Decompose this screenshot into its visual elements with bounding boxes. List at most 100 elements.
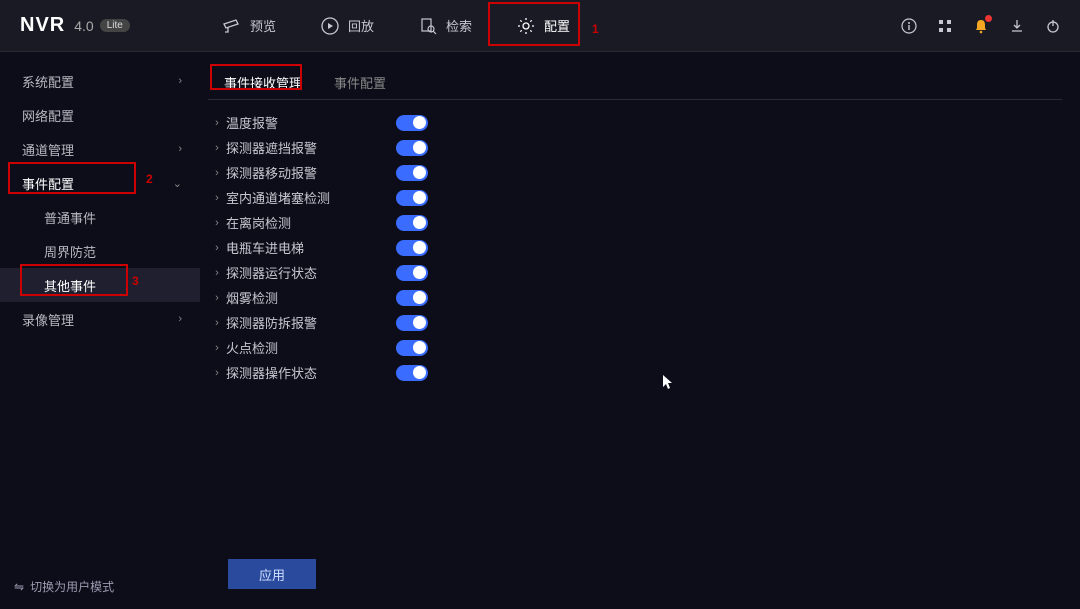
topnav: 预览 回放 检索 配置 1 <box>200 0 592 52</box>
topnav-preview[interactable]: 预览 <box>200 0 298 52</box>
toggle-row: ›电瓶车进电梯 <box>208 235 1062 260</box>
toggle-switch[interactable] <box>396 290 428 306</box>
toggle-row: ›温度报警 <box>208 110 1062 135</box>
toggle-row: ›探测器防拆报警 <box>208 310 1062 335</box>
toggle-label: 探测器移动报警 <box>226 163 396 182</box>
toggle-switch[interactable] <box>396 340 428 356</box>
toggle-row: ›烟雾检测 <box>208 285 1062 310</box>
toggle-switch[interactable] <box>396 265 428 281</box>
toggle-switch[interactable] <box>396 190 428 206</box>
sidebar: 系统配置 › 网络配置 通道管理 › 事件配置 ⌄ 2 普通事件 周界防范 其他… <box>0 52 200 609</box>
sidebar-item-system[interactable]: 系统配置 › <box>0 64 200 98</box>
toggle-row: ›在离岗检测 <box>208 210 1062 235</box>
toggle-switch[interactable] <box>396 140 428 156</box>
toggle-switch[interactable] <box>396 165 428 181</box>
chevron-right-icon: › <box>208 117 226 129</box>
topnav-label: 配置 <box>544 16 570 35</box>
sidebar-item-normal-event[interactable]: 普通事件 <box>0 200 200 234</box>
toggle-row: ›探测器运行状态 <box>208 260 1062 285</box>
sidebar-item-label: 周界防范 <box>44 242 96 261</box>
chevron-right-icon: › <box>208 192 226 204</box>
toggle-list: ›温度报警›探测器遮挡报警›探测器移动报警›室内通道堵塞检测›在离岗检测›电瓶车… <box>208 108 1062 385</box>
camera-icon <box>222 16 242 36</box>
annotation-num-3: 3 <box>132 274 139 288</box>
grid-icon[interactable] <box>936 17 954 35</box>
toggle-switch[interactable] <box>396 365 428 381</box>
tab-label: 事件配置 <box>334 76 386 91</box>
apply-button[interactable]: 应用 <box>228 559 316 589</box>
chevron-right-icon: › <box>178 143 182 155</box>
bell-icon[interactable] <box>972 17 990 35</box>
sidebar-item-label: 通道管理 <box>22 140 74 159</box>
toggle-row: ›探测器移动报警 <box>208 160 1062 185</box>
main-content: 事件接收管理 事件配置 ›温度报警›探测器遮挡报警›探测器移动报警›室内通道堵塞… <box>200 52 1080 609</box>
sidebar-item-label: 网络配置 <box>22 106 74 125</box>
toggle-label: 室内通道堵塞检测 <box>226 188 396 207</box>
chevron-right-icon: › <box>208 242 226 254</box>
toggle-label: 在离岗检测 <box>226 213 396 232</box>
chevron-right-icon: › <box>208 367 226 379</box>
toggle-switch[interactable] <box>396 115 428 131</box>
toggle-label: 温度报警 <box>226 113 396 132</box>
topnav-search[interactable]: 检索 <box>396 0 494 52</box>
topnav-label: 回放 <box>348 16 374 35</box>
topnav-config[interactable]: 配置 1 <box>494 0 592 52</box>
toggle-label: 火点检测 <box>226 338 396 357</box>
chevron-right-icon: › <box>208 167 226 179</box>
gear-icon <box>516 16 536 36</box>
topnav-label: 预览 <box>250 16 276 35</box>
chevron-right-icon: › <box>178 75 182 87</box>
power-icon[interactable] <box>1044 17 1062 35</box>
logo-version: 4.0 <box>74 18 93 34</box>
annotation-num-1: 1 <box>592 22 599 36</box>
sidebar-item-network[interactable]: 网络配置 <box>0 98 200 132</box>
toggle-row: ›探测器操作状态 <box>208 360 1062 385</box>
logo-brand: NVR <box>20 14 65 37</box>
tab-event-config[interactable]: 事件配置 <box>318 66 402 99</box>
toggle-row: ›火点检测 <box>208 335 1062 360</box>
topnav-label: 检索 <box>446 16 472 35</box>
chevron-right-icon: › <box>208 217 226 229</box>
chevron-right-icon: › <box>208 317 226 329</box>
sidebar-item-label: 事件配置 <box>22 174 74 193</box>
sidebar-item-label: 录像管理 <box>22 310 74 329</box>
topnav-playback[interactable]: 回放 <box>298 0 396 52</box>
topbar: NVR 4.0 Lite 预览 回放 检索 配置 <box>0 0 1080 52</box>
toggle-label: 探测器操作状态 <box>226 363 396 382</box>
notification-dot <box>985 15 992 22</box>
toggle-label: 电瓶车进电梯 <box>226 238 396 257</box>
info-icon[interactable] <box>900 17 918 35</box>
sidebar-item-channel[interactable]: 通道管理 › <box>0 132 200 166</box>
sidebar-item-event[interactable]: 事件配置 ⌄ 2 <box>0 166 200 200</box>
toggle-label: 烟雾检测 <box>226 288 396 307</box>
sidebar-item-label: 其他事件 <box>44 276 96 295</box>
edition-badge: Lite <box>100 19 130 32</box>
toggle-switch[interactable] <box>396 240 428 256</box>
toggle-label: 探测器运行状态 <box>226 263 396 282</box>
tabs: 事件接收管理 事件配置 <box>208 66 1062 100</box>
search-doc-icon <box>418 16 438 36</box>
toggle-label: 探测器防拆报警 <box>226 313 396 332</box>
body: 系统配置 › 网络配置 通道管理 › 事件配置 ⌄ 2 普通事件 周界防范 其他… <box>0 52 1080 609</box>
download-icon[interactable] <box>1008 17 1026 35</box>
topbar-right <box>900 17 1062 35</box>
annotation-num-2: 2 <box>146 172 153 186</box>
toggle-switch[interactable] <box>396 315 428 331</box>
switch-mode-label: 切换为用户模式 <box>30 578 114 595</box>
toggle-switch[interactable] <box>396 215 428 231</box>
chevron-right-icon: › <box>208 267 226 279</box>
logo: NVR 4.0 Lite <box>0 14 200 37</box>
switch-user-mode[interactable]: ⇋ 切换为用户模式 <box>14 578 114 595</box>
chevron-right-icon: › <box>208 142 226 154</box>
tab-event-receive[interactable]: 事件接收管理 <box>208 66 318 99</box>
sidebar-item-perimeter[interactable]: 周界防范 <box>0 234 200 268</box>
swap-icon: ⇋ <box>14 580 24 594</box>
toggle-row: ›探测器遮挡报警 <box>208 135 1062 160</box>
chevron-down-icon: ⌄ <box>173 177 182 190</box>
toggle-label: 探测器遮挡报警 <box>226 138 396 157</box>
chevron-right-icon: › <box>208 292 226 304</box>
sidebar-item-label: 普通事件 <box>44 208 96 227</box>
sidebar-item-label: 系统配置 <box>22 72 74 91</box>
sidebar-item-record[interactable]: 录像管理 › <box>0 302 200 336</box>
sidebar-item-other-event[interactable]: 其他事件 3 <box>0 268 200 302</box>
